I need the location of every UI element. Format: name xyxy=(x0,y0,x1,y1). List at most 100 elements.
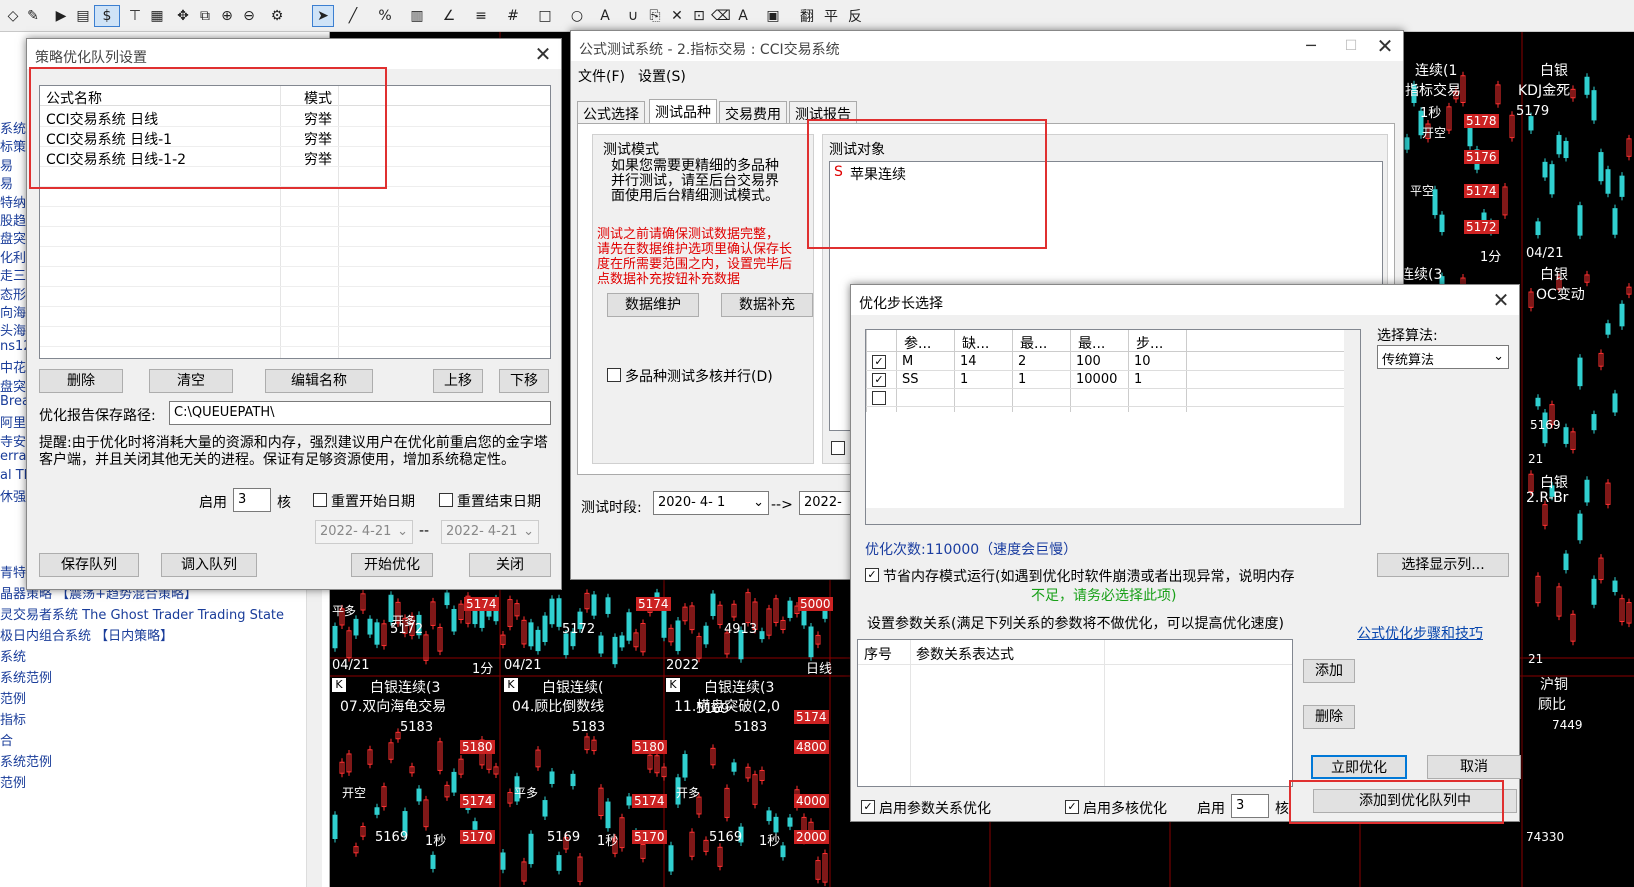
bars-icon[interactable]: ▥ xyxy=(406,5,428,27)
data-supplement-button[interactable]: 数据补充 xyxy=(721,293,813,317)
table-row[interactable] xyxy=(40,327,550,347)
table-row[interactable]: ✓ SS 1 1 10000 1 xyxy=(866,371,1344,389)
add-to-queue-button[interactable]: 添加到优化队列中 xyxy=(1313,789,1517,813)
tree-item[interactable]: 易 xyxy=(0,173,13,192)
tree-item[interactable]: 易 xyxy=(0,155,13,174)
load-queue-button[interactable]: 调入队列 xyxy=(161,553,257,577)
column-header[interactable]: 最... xyxy=(1020,333,1047,353)
cell-param[interactable]: SS xyxy=(902,372,919,387)
split-icon[interactable]: ⧉ xyxy=(194,5,216,27)
cursor-icon[interactable]: ➤ xyxy=(312,5,334,27)
close-icon[interactable]: ✕ xyxy=(1489,289,1513,311)
menu-file[interactable]: 文件(F) xyxy=(578,66,625,86)
document-icon[interactable]: ▤ xyxy=(72,5,94,27)
target-item[interactable]: 苹果连续 xyxy=(850,164,906,184)
cores-input[interactable]: 3 xyxy=(1231,794,1269,818)
row-checkbox[interactable]: ✓ xyxy=(872,355,886,369)
select-columns-button[interactable]: 选择显示列... xyxy=(1377,553,1509,577)
multi-core-checkbox[interactable] xyxy=(607,368,621,382)
add-relation-button[interactable]: 添加 xyxy=(1303,659,1355,683)
start-date-picker[interactable]: 2022- 4-21 ⌄ xyxy=(315,520,413,544)
copy-icon[interactable]: ⎘ xyxy=(644,5,666,27)
save-queue-button[interactable]: 保存队列 xyxy=(39,553,139,577)
tree-item[interactable]: 极日内组合系统 【日内策略】 xyxy=(0,625,173,644)
column-header[interactable]: 步... xyxy=(1136,333,1163,353)
column-header[interactable]: 参数关系表达式 xyxy=(916,644,1014,664)
column-header[interactable]: 公式名称 xyxy=(46,88,102,108)
rectangle-icon[interactable]: □ xyxy=(534,5,556,27)
cell-step[interactable]: 10 xyxy=(1134,354,1151,369)
column-header[interactable]: 参... xyxy=(904,333,931,353)
end-date-picker[interactable]: 2022- 4-21 ⌄ xyxy=(441,520,539,544)
grid-icon[interactable]: # xyxy=(502,5,524,27)
diamond-icon[interactable]: ◇ xyxy=(2,5,24,27)
tree-item[interactable]: 寺安 xyxy=(0,431,26,450)
table-row[interactable] xyxy=(40,247,550,267)
cell-def[interactable]: 14 xyxy=(960,354,977,369)
rename-button[interactable]: 编辑名称 xyxy=(265,369,373,393)
circle-icon[interactable]: ○ xyxy=(566,5,588,27)
color-icon[interactable]: A xyxy=(732,5,754,27)
move-up-button[interactable]: 上移 xyxy=(433,369,483,393)
column-header[interactable]: 最... xyxy=(1078,333,1105,353)
cell-def[interactable]: 1 xyxy=(960,372,968,387)
tree-item[interactable]: 系统范例 xyxy=(0,667,52,686)
line-icon[interactable]: ╱ xyxy=(342,5,364,27)
tree-item[interactable]: 休强 xyxy=(0,486,26,505)
start-optimize-button[interactable]: 开始优化 xyxy=(351,553,433,577)
table-row[interactable]: CCI交易系统 日线-1-2 穷举 xyxy=(40,147,550,168)
reset-end-checkbox[interactable] xyxy=(439,493,453,507)
row-checkbox[interactable] xyxy=(872,391,886,405)
trash-icon[interactable]: ⌫ xyxy=(710,5,732,27)
table-row[interactable] xyxy=(40,227,550,247)
cell-max[interactable]: 100 xyxy=(1076,354,1101,369)
table-row[interactable]: CCI交易系统 日线 穷举 xyxy=(40,107,550,128)
delete-relation-button[interactable]: 删除 xyxy=(1303,705,1355,729)
percent-icon[interactable]: % xyxy=(374,5,396,27)
table-row[interactable] xyxy=(866,389,1344,407)
tree-item[interactable]: 特纳 xyxy=(0,192,26,211)
tree-item[interactable]: 灵交易者系统 The Ghost Trader Trading State xyxy=(0,604,284,623)
angle-icon[interactable]: ∠ xyxy=(438,5,460,27)
currency-button[interactable]: $ xyxy=(94,5,120,27)
table-row[interactable] xyxy=(40,207,550,227)
tree-item[interactable]: 标策 xyxy=(0,136,26,155)
save-memory-checkbox[interactable]: ✓ xyxy=(865,568,879,582)
cell-min[interactable]: 1 xyxy=(1018,372,1026,387)
tree-item[interactable]: 走三 xyxy=(0,265,26,284)
tree-item[interactable]: 阿里 xyxy=(0,412,26,431)
tree-item[interactable]: 系统 xyxy=(0,646,26,665)
move-icon[interactable]: ✥ xyxy=(172,5,194,27)
cell-param[interactable]: M xyxy=(902,354,913,369)
cell-step[interactable]: 1 xyxy=(1134,372,1142,387)
cores-input[interactable]: 3 xyxy=(233,488,271,512)
path-input[interactable]: C:\QUEUEPATH\ xyxy=(169,401,551,425)
row-checkbox[interactable]: ✓ xyxy=(872,373,886,387)
tree-item[interactable]: al Tl xyxy=(0,468,27,483)
table-row[interactable]: CCI交易系统 日线-1 穷举 xyxy=(40,127,550,148)
clear-button[interactable]: 清空 xyxy=(149,369,233,393)
tree-item[interactable]: 中花 xyxy=(0,357,26,376)
maximize-icon[interactable]: ☐ xyxy=(1339,35,1363,57)
close-icon[interactable]: ✕ xyxy=(531,43,555,65)
tab-instrument[interactable]: 测试品种 xyxy=(649,99,717,123)
tree-item[interactable]: 盘突 xyxy=(0,376,26,395)
tree-item[interactable]: 范例 xyxy=(0,772,26,791)
tool-ping[interactable]: 平 xyxy=(820,5,842,27)
table-row[interactable]: ✓ M 14 2 100 10 xyxy=(866,353,1344,371)
tool-fan2[interactable]: 反 xyxy=(844,5,866,27)
chart-icon[interactable]: ▦ xyxy=(146,5,168,27)
algo-select[interactable]: 传统算法 ⌄ xyxy=(1377,345,1509,369)
table-row[interactable] xyxy=(40,187,550,207)
table-row[interactable] xyxy=(40,307,550,327)
close-icon[interactable]: ✕ xyxy=(1373,35,1397,57)
menu-settings[interactable]: 设置(S) xyxy=(638,66,686,86)
tree-item[interactable]: 范例 xyxy=(0,688,26,707)
minimize-icon[interactable]: ─ xyxy=(1299,35,1323,57)
reset-start-checkbox[interactable] xyxy=(313,493,327,507)
close-button[interactable]: 关闭 xyxy=(469,553,551,577)
optimize-now-button[interactable]: 立即优化 xyxy=(1311,755,1407,779)
filter-icon[interactable]: ⊤ xyxy=(124,5,146,27)
enable-multicore-checkbox[interactable]: ✓ xyxy=(1065,800,1079,814)
table-hscrollbar[interactable] xyxy=(866,508,1344,524)
